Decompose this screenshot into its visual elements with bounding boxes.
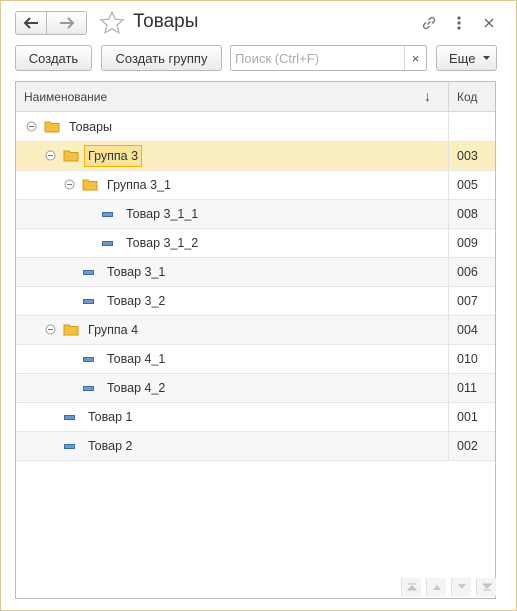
- row-code: 008: [457, 207, 478, 221]
- page-up-icon: [432, 585, 441, 590]
- row-code: 007: [457, 294, 478, 308]
- search-input[interactable]: [231, 46, 405, 70]
- star-icon[interactable]: [99, 10, 125, 36]
- row-label: Группа 3_1: [107, 178, 171, 192]
- pager-first-button[interactable]: [401, 578, 421, 596]
- page-down-icon: [457, 584, 466, 589]
- create-button[interactable]: Создать: [15, 45, 92, 71]
- table-row[interactable]: Товар 3_1 006: [16, 258, 495, 287]
- row-label: Товар 3_2: [107, 294, 166, 308]
- row-label: Товар 3_1_1: [126, 207, 199, 221]
- row-label: Товар 4_2: [107, 381, 166, 395]
- table-row[interactable]: Группа 4 004: [16, 316, 495, 345]
- pager-down-button[interactable]: [451, 578, 471, 596]
- row-code: 006: [457, 265, 478, 279]
- pager-up-button[interactable]: [426, 578, 446, 596]
- collapse-icon[interactable]: [45, 150, 56, 161]
- close-icon: [484, 18, 494, 28]
- table-row[interactable]: Товар 3_1_2 009: [16, 229, 495, 258]
- row-label: Товар 4_1: [107, 352, 166, 366]
- table-body: Товары Группа 3 003 Группа 3_1 005 Товар…: [16, 113, 495, 461]
- row-label: Товар 1: [88, 410, 133, 424]
- table-row[interactable]: Товар 4_2 011: [16, 374, 495, 403]
- row-code: 001: [457, 410, 478, 424]
- link-button[interactable]: [420, 13, 438, 33]
- folder-icon: [63, 150, 79, 162]
- forward-button[interactable]: [47, 11, 87, 35]
- row-code: 009: [457, 236, 478, 250]
- create-group-button-label: Создать группу: [115, 50, 208, 66]
- close-button[interactable]: [480, 13, 498, 33]
- item-icon: [64, 444, 75, 449]
- row-label: Товар 3_1_2: [126, 236, 199, 250]
- more-menu-button[interactable]: [450, 13, 468, 33]
- table-row[interactable]: Товары: [16, 113, 495, 142]
- row-label: Группа 4: [88, 323, 139, 337]
- row-label: Товар 2: [88, 439, 133, 453]
- caret-down-icon: [483, 56, 491, 60]
- table-row[interactable]: Товар 3_2 007: [16, 287, 495, 316]
- table-header: Наименование ↓ Код: [16, 82, 495, 112]
- item-icon: [83, 386, 94, 391]
- row-label: Группа 3: [84, 145, 143, 167]
- window: Товары Создать Создать группу × Еще: [0, 0, 517, 611]
- row-code: 005: [457, 178, 478, 192]
- table-row[interactable]: Товар 1 001: [16, 403, 495, 432]
- page-last-icon: [481, 583, 492, 591]
- arrow-left-icon: [23, 17, 38, 29]
- folder-icon: [44, 121, 60, 133]
- table-row[interactable]: Товар 2 002: [16, 432, 495, 461]
- search-box: ×: [230, 45, 427, 71]
- row-code: 002: [457, 439, 478, 453]
- item-icon: [102, 241, 113, 246]
- header-divider: [448, 82, 449, 112]
- table-row[interactable]: Товар 3_1_1 008: [16, 200, 495, 229]
- more-button-label: Еще: [449, 50, 476, 66]
- item-icon: [83, 270, 94, 275]
- back-button[interactable]: [15, 11, 47, 35]
- table-row-selected[interactable]: Группа 3 003: [16, 142, 495, 171]
- more-button[interactable]: Еще: [436, 45, 497, 71]
- column-code-header[interactable]: Код: [457, 90, 477, 104]
- collapse-icon[interactable]: [45, 324, 56, 335]
- page-title: Товары: [133, 11, 199, 32]
- goods-table: Наименование ↓ Код Товары Группа 3 003 Г…: [15, 81, 496, 599]
- folder-icon: [82, 179, 98, 191]
- table-row[interactable]: Товар 4_1 010: [16, 345, 495, 374]
- collapse-icon[interactable]: [64, 179, 75, 190]
- item-icon: [83, 299, 94, 304]
- item-icon: [64, 415, 75, 420]
- sort-indicator: ↓: [424, 88, 431, 104]
- link-icon: [422, 16, 436, 30]
- item-icon: [83, 357, 94, 362]
- row-code: 004: [457, 323, 478, 337]
- table-row[interactable]: Группа 3_1 005: [16, 171, 495, 200]
- collapse-icon[interactable]: [26, 121, 37, 132]
- arrow-right-icon: [59, 17, 74, 29]
- create-button-label: Создать: [28, 50, 79, 66]
- page-first-icon: [406, 583, 417, 591]
- row-code: 010: [457, 352, 478, 366]
- more-vertical-icon: [457, 16, 461, 30]
- close-icon: ×: [411, 50, 420, 66]
- search-clear-button[interactable]: ×: [404, 46, 426, 70]
- row-label: Товары: [69, 120, 112, 134]
- item-icon: [102, 212, 113, 217]
- folder-icon: [63, 324, 79, 336]
- pager-last-button[interactable]: [476, 578, 496, 596]
- create-group-button[interactable]: Создать группу: [101, 45, 222, 71]
- row-code: 011: [457, 381, 477, 395]
- row-code: 003: [457, 149, 478, 163]
- column-name-header[interactable]: Наименование: [24, 90, 107, 104]
- row-label: Товар 3_1: [107, 265, 166, 279]
